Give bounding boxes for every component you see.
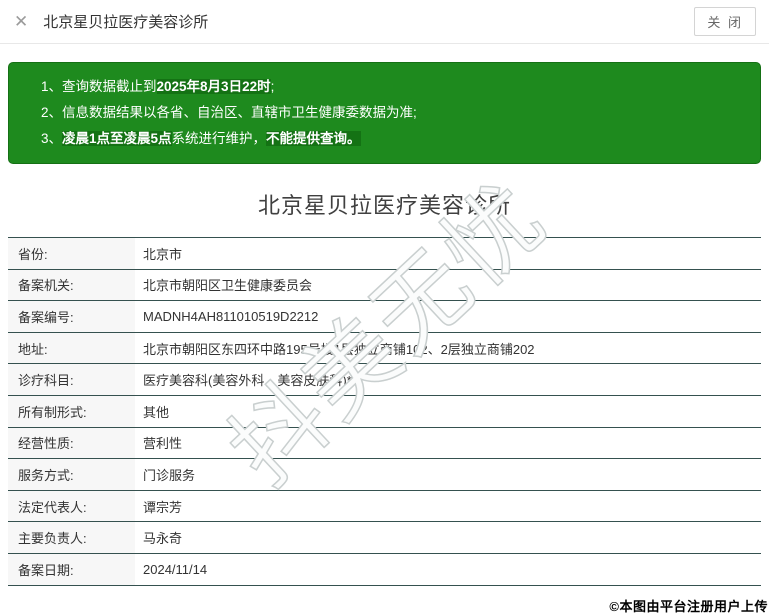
row-value: 营利性 [143, 436, 183, 452]
table-row-principal: 主要负责人: 马永奇 [8, 522, 761, 554]
notice-line3-mid: 系统进行维护， [171, 131, 267, 146]
table-row-business-nature: 经营性质: 营利性 [8, 427, 761, 460]
notice-line3-pre: 3、 [41, 131, 63, 146]
notice-line-1: 1、查询数据截止到2025年8月3日22时; [41, 74, 746, 100]
table-row-treatment-subjects: 诊疗科目: 医疗美容科(美容外科，美容皮肤科)****** [8, 364, 761, 396]
close-button[interactable]: 关 闭 [694, 7, 756, 36]
notice-line-2: 2、信息数据结果以各省、自治区、直辖市卫生健康委数据为准; [41, 100, 746, 126]
notice-line1-pre: 1、查询数据截止到 [41, 79, 157, 94]
row-value: 北京市朝阳区卫生健康委员会 [143, 278, 313, 294]
row-label: 主要负责人: [8, 522, 135, 553]
row-label: 服务方式: [8, 459, 135, 490]
close-x-icon[interactable]: ✕ [14, 13, 28, 30]
notice-line-3: 3、凌晨1点至凌晨5点系统进行维护，不能提供查询。 [41, 126, 746, 152]
row-label: 法定代表人: [8, 490, 135, 522]
row-value: 其他 [143, 404, 170, 420]
row-label: 备案编号: [8, 301, 135, 332]
title-bar: ✕ 北京星贝拉医疗美容诊所 关 闭 [0, 0, 769, 44]
table-row-service-mode: 服务方式: 门诊服务 [8, 459, 761, 491]
window-title: 北京星贝拉医疗美容诊所 [43, 14, 209, 31]
row-value: 医疗美容科(美容外科，美容皮肤科)****** [143, 373, 378, 389]
row-value: 马永奇 [143, 531, 183, 547]
uploader-credit-watermark: ©本图由平台注册用户上传 [609, 599, 768, 614]
notice-line3-highlight-1: 凌晨1点至凌晨5点 [62, 131, 172, 146]
table-row-ownership-form: 所有制形式: 其他 [8, 395, 761, 428]
table-row-filing-number: 备案编号: MADNH4AH811010519D2212 [8, 301, 761, 333]
table-row-province: 省份: 北京市 [8, 238, 761, 270]
notice-line1-highlight: 2025年8月3日22时 [156, 79, 271, 94]
row-value: 北京市 [143, 246, 183, 262]
table-row-filing-authority: 备案机关: 北京市朝阳区卫生健康委员会 [8, 269, 761, 302]
row-value: 谭宗芳 [143, 499, 183, 515]
row-label: 备案日期: [8, 553, 135, 585]
notice-line2-text: 2、信息数据结果以各省、自治区、直辖市卫生健康委数据为准; [41, 105, 417, 120]
row-value: 门诊服务 [143, 467, 196, 483]
row-label: 备案机关: [8, 269, 135, 301]
row-label: 省份: [8, 238, 135, 269]
page-title: 北京星贝拉医疗美容诊所 [257, 193, 511, 218]
table-row-legal-representative: 法定代表人: 谭宗芳 [8, 490, 761, 523]
notice-box: 1、查询数据截止到2025年8月3日22时; 2、信息数据结果以各省、自治区、直… [8, 62, 761, 164]
registration-info-table: 省份: 北京市 备案机关: 北京市朝阳区卫生健康委员会 备案编号: MADNH4… [8, 237, 761, 586]
notice-line1-post: ; [270, 79, 275, 94]
row-label: 地址: [8, 332, 135, 364]
table-row-address: 地址: 北京市朝阳区东四环中路195号楼1层独立商铺102、2层独立商铺202 [8, 332, 761, 365]
row-label: 经营性质: [8, 427, 135, 459]
notice-line3-highlight-2: 不能提供查询。 [266, 131, 361, 146]
row-label: 所有制形式: [8, 395, 135, 427]
row-value: 北京市朝阳区东四环中路195号楼1层独立商铺102、2层独立商铺202 [143, 341, 535, 357]
table-row-filing-date: 备案日期: 2024/11/14 [8, 553, 761, 586]
row-label: 诊疗科目: [8, 364, 135, 395]
row-value: 2024/11/14 [143, 561, 208, 577]
row-value: MADNH4AH811010519D2212 [143, 308, 319, 324]
